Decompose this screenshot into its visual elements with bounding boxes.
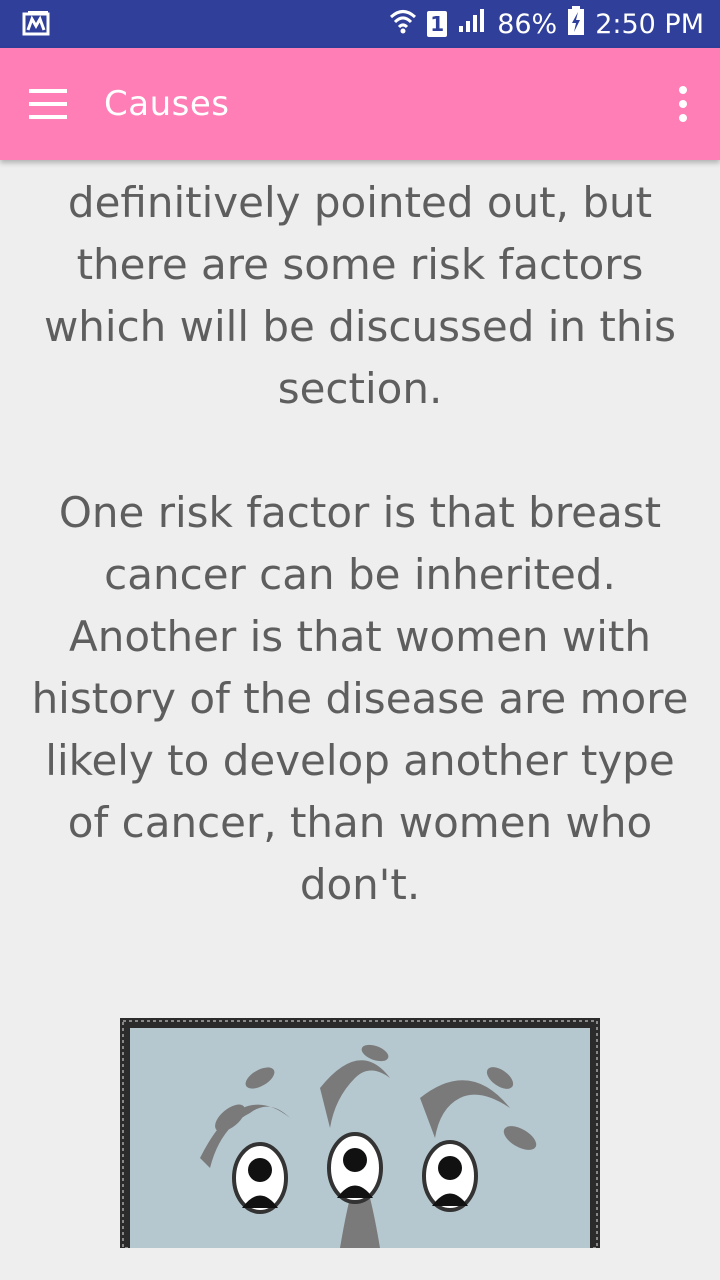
paragraph-partial: cancer have not been (30, 160, 690, 172)
wifi-icon (389, 7, 417, 42)
more-vert-icon[interactable] (676, 86, 690, 122)
scroll-content[interactable]: cancer have not been definitively pointe… (0, 160, 720, 1280)
hamburger-menu-icon[interactable] (29, 89, 67, 119)
status-bar: 1 86% 2:50 PM (0, 0, 720, 48)
sim-badge: 1 (427, 11, 448, 37)
family-silhouettes-image (120, 1018, 600, 1248)
paragraph-risk-factors: One risk factor is that breast cancer ca… (31, 488, 689, 909)
signal-icon (457, 8, 487, 41)
page-title: Causes (104, 84, 230, 124)
status-time: 2:50 PM (595, 8, 704, 40)
article-body: cancer have not been definitively pointe… (30, 160, 690, 916)
gallery-notification-icon (22, 10, 50, 40)
battery-percent: 86% (497, 8, 558, 40)
status-indicators: 1 86% 2:50 PM (389, 0, 704, 48)
paragraph-causes-intro: definitively pointed out, but there are … (43, 178, 677, 413)
battery-charging-icon (567, 5, 585, 43)
app-bar: Causes (0, 48, 720, 160)
